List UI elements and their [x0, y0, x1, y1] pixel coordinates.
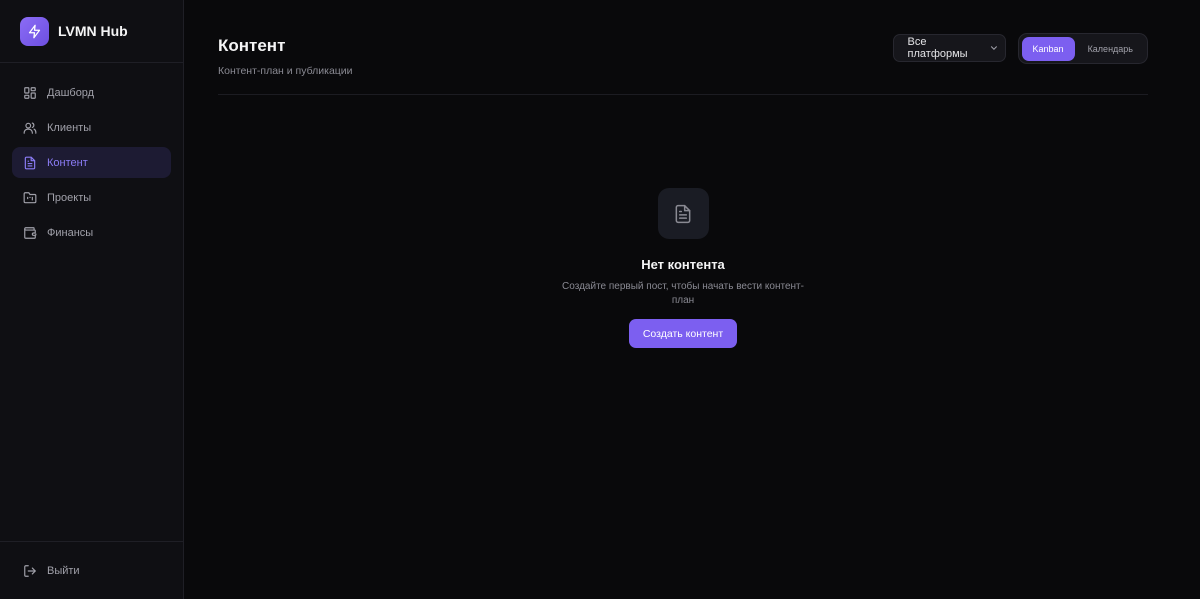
view-toggle: Kanban Календарь — [1017, 33, 1148, 64]
sidebar-item-finance[interactable]: Финансы — [12, 217, 171, 248]
platform-select[interactable]: Все платформы — [892, 34, 1006, 62]
bolt-icon — [20, 16, 49, 46]
sidebar-item-projects[interactable]: Проекты — [12, 182, 171, 213]
main-content: Контент Контент-план и публикации Все пл… — [184, 0, 1200, 599]
sidebar-item-label: Клиенты — [47, 121, 92, 134]
sidebar-item-label: Финансы — [47, 226, 94, 239]
sidebar-item-label: Дашборд — [47, 86, 95, 99]
sidebar-item-label: Контент — [47, 156, 88, 169]
page-header: Контент Контент-план и публикации Все пл… — [218, 0, 1148, 95]
dashboard-grid-icon — [24, 86, 36, 99]
empty-state: Нет контента Создайте первый пост, чтобы… — [218, 188, 1148, 348]
header-controls: Все платформы Kanban Календарь — [892, 0, 1148, 64]
file-text-icon — [24, 156, 36, 169]
title-block: Контент Контент-план и публикации — [218, 0, 353, 77]
sidebar-item-content[interactable]: Контент — [12, 147, 171, 178]
folder-kanban-icon — [23, 191, 37, 203]
wallet-icon — [24, 226, 37, 239]
empty-state-title: Нет контента — [641, 257, 725, 272]
logout-button[interactable]: Выйти — [12, 555, 171, 586]
brand[interactable]: LVMN Hub — [0, 0, 183, 63]
view-toggle-kanban[interactable]: Kanban — [1021, 36, 1075, 61]
logout-label: Выйти — [47, 564, 80, 577]
create-content-button[interactable]: Создать контент — [628, 319, 738, 348]
sidebar: LVMN Hub Дашборд Клиенты Контент Проекты… — [0, 0, 184, 599]
app-root: LVMN Hub Дашборд Клиенты Контент Проекты… — [0, 0, 1200, 599]
brand-name: LVMN Hub — [58, 23, 128, 39]
empty-state-description: Создайте первый пост, чтобы начать вести… — [562, 281, 804, 306]
page-subtitle: Контент-план и публикации — [218, 65, 353, 77]
chevron-down-icon — [990, 46, 997, 50]
page-title: Контент — [218, 36, 286, 55]
sidebar-item-dashboard[interactable]: Дашборд — [12, 77, 171, 108]
logout-icon — [24, 564, 36, 577]
users-icon — [23, 121, 37, 134]
file-text-icon — [657, 188, 709, 239]
sidebar-footer: Выйти — [0, 541, 183, 599]
sidebar-item-label: Проекты — [47, 191, 92, 204]
view-toggle-calendar[interactable]: Календарь — [1077, 37, 1144, 61]
sidebar-nav: Дашборд Клиенты Контент Проекты Финансы — [0, 63, 183, 541]
platform-select-value: Все платформы — [907, 36, 968, 60]
sidebar-item-clients[interactable]: Клиенты — [12, 112, 171, 143]
